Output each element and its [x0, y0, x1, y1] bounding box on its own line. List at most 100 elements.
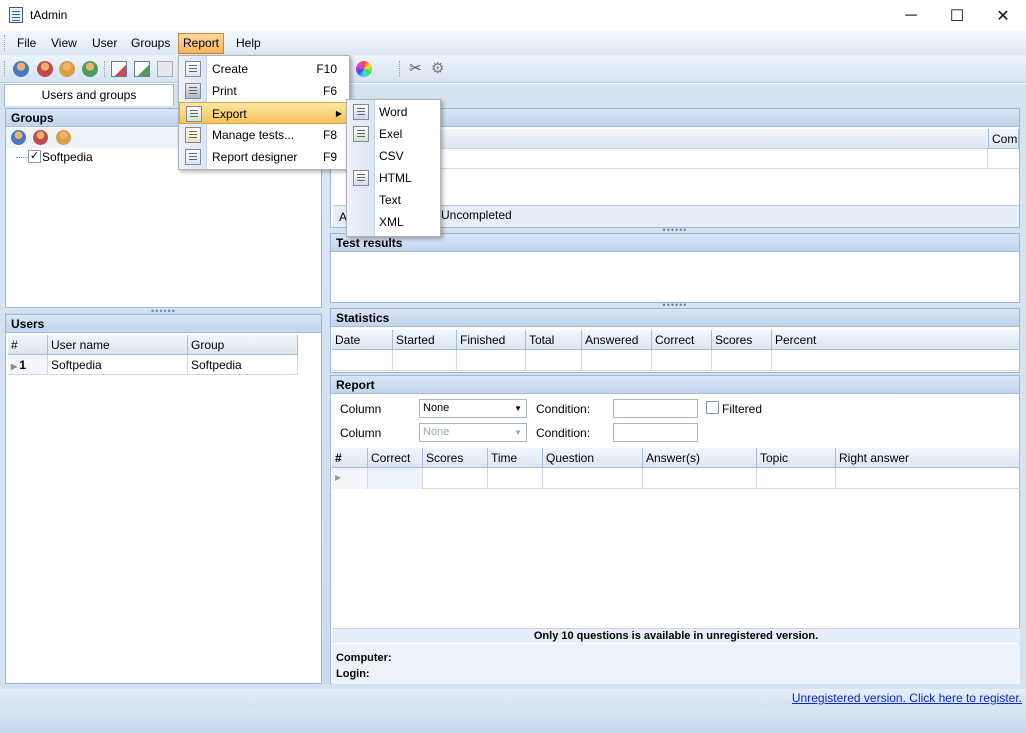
settings-gear-icon[interactable]: ⚙: [431, 61, 447, 77]
toolbar-separator: [104, 61, 105, 77]
menu-view[interactable]: View: [47, 35, 81, 52]
word-icon: [353, 104, 369, 120]
user-properties-icon[interactable]: [82, 61, 98, 77]
delete-group-icon[interactable]: [33, 130, 48, 145]
edit-user-icon[interactable]: [59, 61, 75, 77]
maximize-button[interactable]: ☐: [934, 0, 980, 31]
export-excel[interactable]: Exel: [347, 123, 440, 145]
toolbar: ✂ ⚙: [0, 55, 1026, 83]
menu-item-label: XML: [379, 215, 404, 229]
grid-divider: [456, 350, 457, 371]
report-col-scores[interactable]: Scores: [423, 448, 488, 468]
grid-divider: [771, 350, 772, 371]
filter-column-label-2: Column: [340, 426, 382, 440]
export-word[interactable]: Word: [347, 101, 440, 123]
menu-user[interactable]: User: [88, 35, 121, 52]
report-col-time[interactable]: Time: [488, 448, 543, 468]
tests-col-comp[interactable]: Comp: [988, 129, 1019, 149]
report-panel: Report Column None ▼ Condition: Filtered …: [330, 375, 1020, 684]
stat-col-started[interactable]: Started: [393, 330, 457, 350]
bottom-bar: [0, 707, 1026, 733]
condition-input-2[interactable]: [613, 423, 698, 442]
stat-col-correct[interactable]: Correct: [652, 330, 712, 350]
statistics-header: Statistics: [331, 309, 1019, 327]
close-button[interactable]: ✕: [980, 0, 1026, 31]
table-row[interactable]: ▶ 1: [8, 355, 48, 375]
menu-item-shortcut: F8: [322, 128, 337, 142]
vertical-splitter[interactable]: [323, 84, 329, 684]
filtered-checkbox[interactable]: [706, 401, 719, 414]
export-html[interactable]: HTML: [347, 167, 440, 189]
users-col-group[interactable]: Group: [188, 335, 298, 355]
stat-col-answered[interactable]: Answered: [582, 330, 652, 350]
menu-item-export[interactable]: Export ▶: [179, 102, 349, 124]
export-csv[interactable]: CSV: [347, 145, 440, 167]
delete-user-icon[interactable]: [37, 61, 53, 77]
stat-col-total[interactable]: Total: [526, 330, 582, 350]
grid-divider: [651, 350, 652, 371]
menu-item-manage-tests[interactable]: Manage tests... F8: [179, 124, 349, 146]
test-results-panel: Test results: [330, 233, 1020, 303]
report-col-correct[interactable]: Correct: [368, 448, 423, 468]
column-select-2-value: None: [423, 426, 450, 438]
filtered-label: Filtered: [722, 402, 763, 416]
grid-divider: [835, 468, 836, 489]
export-icon: [186, 106, 202, 122]
stat-col-percent[interactable]: Percent: [772, 330, 1020, 350]
color-wheel-icon[interactable]: [356, 61, 372, 77]
report-col-num[interactable]: #: [332, 448, 368, 468]
grid-divider: [525, 350, 526, 371]
users-col-num[interactable]: #: [8, 335, 48, 355]
register-link[interactable]: Unregistered version. Click here to regi…: [792, 691, 1022, 705]
condition-input-1[interactable]: [613, 399, 698, 418]
report-col-right-answer[interactable]: Right answer: [836, 448, 1020, 468]
stat-col-finished[interactable]: Finished: [457, 330, 526, 350]
menu-item-print[interactable]: Print F6: [179, 80, 349, 102]
print-icon[interactable]: [157, 61, 173, 77]
user-row-group[interactable]: Softpedia: [188, 355, 298, 375]
column-select-1[interactable]: None ▼: [419, 399, 527, 418]
menu-file[interactable]: File: [13, 35, 40, 52]
grid-divider: [392, 350, 393, 371]
users-col-name[interactable]: User name: [48, 335, 188, 355]
edit-group-icon[interactable]: [56, 130, 71, 145]
menu-item-report-designer[interactable]: Report designer F9: [179, 146, 349, 168]
menu-report[interactable]: Report: [178, 33, 225, 54]
export-xml[interactable]: XML: [347, 211, 440, 233]
menu-groups[interactable]: Groups: [127, 35, 174, 52]
user-row-num: 1: [19, 358, 27, 372]
group-checkbox[interactable]: ✓: [28, 150, 41, 163]
report-cell[interactable]: [368, 468, 423, 489]
tab-users-and-groups[interactable]: Users and groups: [4, 84, 174, 106]
report-col-topic[interactable]: Topic: [757, 448, 836, 468]
grid-divider: [711, 350, 712, 371]
grid-divider: [422, 468, 423, 489]
report-col-question[interactable]: Question: [543, 448, 643, 468]
chart-refresh-icon[interactable]: [134, 61, 150, 77]
group-item-softpedia[interactable]: Softpedia: [42, 150, 93, 164]
column-select-1-value: None: [423, 402, 450, 414]
tab-uncompleted[interactable]: Uncompleted: [441, 208, 512, 222]
menu-item-label: Text: [379, 193, 402, 207]
tools-icon[interactable]: ✂: [409, 61, 425, 77]
stat-col-scores[interactable]: Scores: [712, 330, 772, 350]
menu-bar: File View User Groups Report Help: [0, 31, 1026, 55]
html-icon: [353, 170, 369, 186]
minimize-button[interactable]: ─: [888, 0, 934, 31]
menu-item-label: Exel: [379, 127, 403, 141]
report-col-answers[interactable]: Answer(s): [643, 448, 757, 468]
status-bar: Unregistered version. Click here to regi…: [0, 689, 1026, 707]
stat-col-date[interactable]: Date: [332, 330, 393, 350]
user-row-name[interactable]: Softpedia: [48, 355, 188, 375]
menu-item-shortcut: F10: [316, 62, 337, 76]
menu-item-create[interactable]: Create F10: [179, 58, 349, 80]
add-user-icon[interactable]: [13, 61, 29, 77]
menu-item-label: HTML: [379, 171, 412, 185]
export-text[interactable]: Text: [347, 189, 440, 211]
menu-help[interactable]: Help: [232, 35, 265, 52]
column-select-2[interactable]: None ▼: [419, 423, 527, 442]
grid-divider: [487, 468, 488, 489]
report-table: # Correct Scores Time Question Answer(s)…: [332, 448, 1020, 628]
chart-delete-icon[interactable]: [111, 61, 127, 77]
add-group-icon[interactable]: [11, 130, 26, 145]
